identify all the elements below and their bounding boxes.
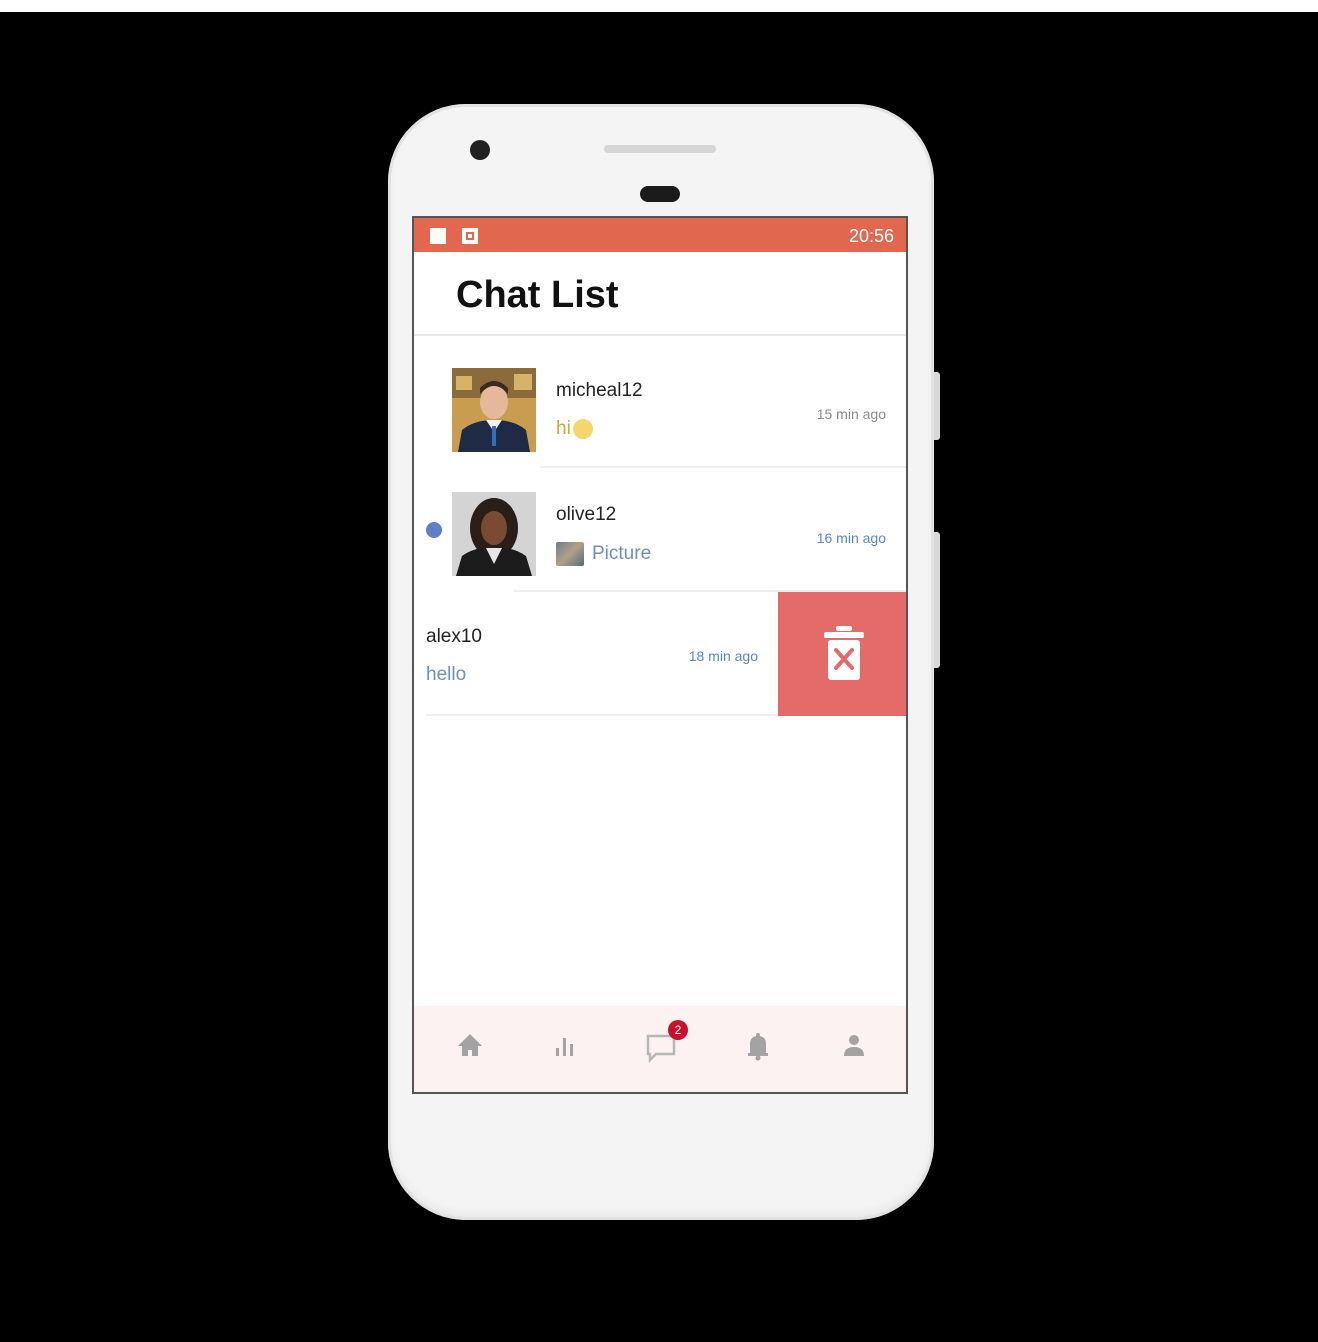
chat-item[interactable]: micheal12 hi 15 min ago (414, 344, 906, 468)
earpiece-speaker (640, 186, 680, 202)
chat-preview: hi (556, 418, 593, 440)
chat-username: alex10 (426, 626, 482, 647)
nav-stats[interactable] (546, 1026, 586, 1066)
bar-chart-icon (556, 1038, 573, 1056)
front-camera (470, 140, 490, 160)
chat-badge: 2 (668, 1020, 688, 1040)
chat-time: 15 min ago (816, 406, 886, 422)
nav-home[interactable] (450, 1026, 490, 1066)
status-time: 20:56 (848, 226, 894, 246)
chat-username: olive12 (556, 504, 617, 525)
chat-item[interactable]: alex10 hello 18 min ago (414, 592, 778, 716)
avatar (452, 368, 536, 452)
profile-icon (844, 1035, 864, 1056)
home-icon (458, 1034, 482, 1056)
chat-item[interactable]: olive12 Picture 16 min ago (414, 468, 906, 592)
notification-icon (430, 228, 446, 244)
preview-text: Picture (592, 543, 652, 565)
trash-icon (824, 626, 864, 680)
chat-time: 16 min ago (816, 530, 886, 546)
nav-notifications[interactable] (738, 1026, 778, 1066)
page-title: Chat List (456, 274, 619, 316)
side-button-bottom (934, 532, 940, 668)
app-notification-icon (462, 228, 478, 244)
emoji-icon (572, 418, 593, 439)
top-strip (0, 0, 1318, 12)
chat-username: micheal12 (556, 380, 643, 401)
status-bar: 20:56 (414, 218, 906, 252)
chat-time: 18 min ago (688, 648, 758, 664)
top-sensor (604, 145, 716, 153)
page-header: Chat List (414, 252, 906, 336)
nav-chat[interactable]: 2 (642, 1020, 688, 1066)
bell-icon (748, 1033, 768, 1061)
divider (426, 714, 778, 716)
bottom-navigation: 2 (414, 1006, 906, 1092)
avatar (452, 492, 536, 576)
chat-preview: hello (426, 664, 467, 685)
preview-text: hi (556, 418, 571, 439)
side-button-top (934, 372, 940, 440)
delete-chat-button[interactable] (778, 592, 906, 716)
unread-indicator (426, 522, 442, 538)
nav-profile[interactable] (834, 1026, 874, 1066)
app-screen: 20:56 Chat List micheal12 hi 15 min ago (412, 216, 908, 1094)
picture-icon (556, 542, 584, 566)
chat-preview: Picture (556, 542, 651, 566)
